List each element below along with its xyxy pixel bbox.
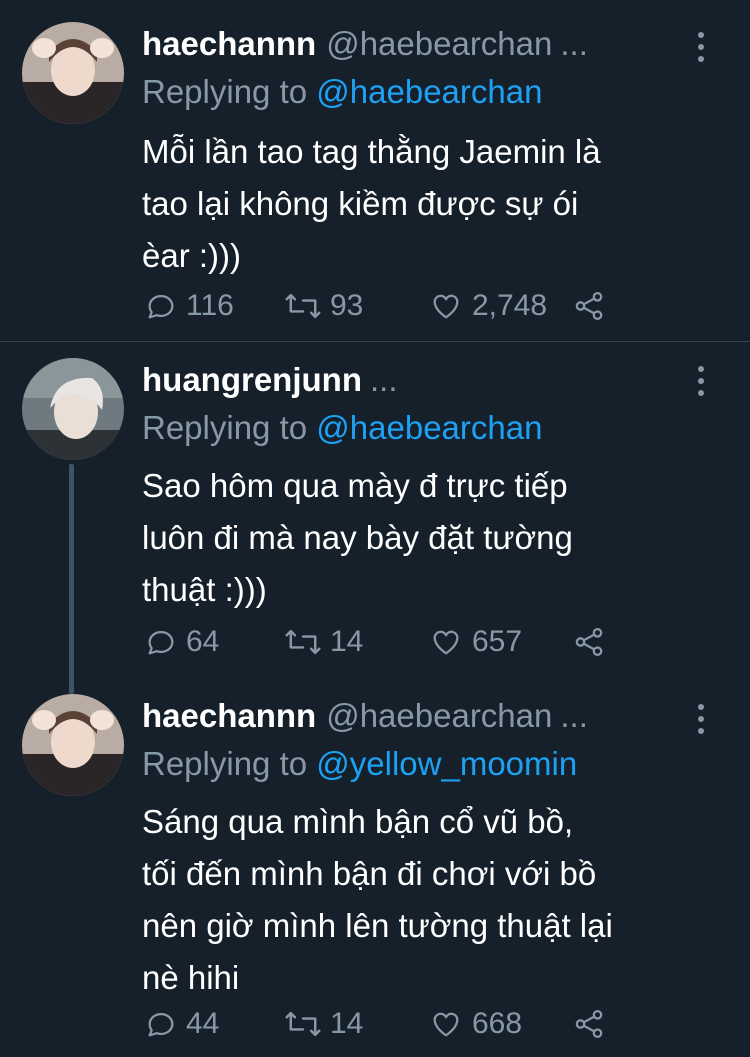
reply-button[interactable]: 116 (144, 286, 234, 326)
more-options-icon[interactable] (694, 366, 708, 396)
thread-line (69, 464, 74, 694)
replying-to-label: Replying to (142, 409, 308, 446)
share-button[interactable] (572, 286, 614, 326)
retweet-icon (285, 629, 321, 655)
tweet-actions: 116 93 2,748 (142, 286, 722, 326)
user-handle[interactable]: @haebearchan (326, 692, 552, 740)
tweet-text: Sáng qua mình bận cổ vũ bồ, tối đến mình… (142, 803, 613, 996)
heart-icon (433, 630, 459, 655)
user-handle[interactable]: @haebearchan (326, 20, 552, 68)
reply-button[interactable]: 44 (144, 1004, 219, 1044)
replying-to-mention[interactable]: @yellow_moomin (316, 745, 577, 782)
replying-to-mention[interactable]: @haebearchan (316, 409, 542, 446)
avatar-huangrenjunn[interactable] (22, 358, 124, 460)
share-button[interactable] (572, 1004, 614, 1044)
more-options-icon[interactable] (694, 704, 708, 734)
heart-icon (433, 1012, 459, 1037)
retweet-button[interactable]: 14 (284, 1004, 363, 1044)
avatar-haechannn[interactable] (22, 22, 124, 124)
tweet-3[interactable]: haechannn @haebearchan ... Replying to @… (0, 692, 750, 1057)
like-count: 668 (472, 1007, 523, 1040)
display-name[interactable]: haechannn (142, 692, 316, 740)
reply-count: 44 (186, 1007, 220, 1040)
reply-icon (148, 1013, 174, 1037)
replying-to-line: Replying to @haebearchan (142, 70, 542, 114)
retweet-count: 93 (330, 289, 364, 322)
replying-to-label: Replying to (142, 73, 308, 110)
tweet-header: haechannn @haebearchan ... (142, 20, 690, 68)
replying-to-mention[interactable]: @haebearchan (316, 73, 542, 110)
avatar-haechannn[interactable] (22, 694, 124, 796)
tweet-actions: 44 14 668 (142, 1004, 722, 1044)
tweet-text: Mỗi lần tao tag thằng Jaemin là tao lại … (142, 133, 601, 274)
like-count: 2,748 (472, 289, 548, 322)
retweet-button[interactable]: 14 (284, 622, 363, 662)
reply-icon (148, 295, 174, 319)
retweet-icon (285, 293, 321, 319)
like-button[interactable]: 2,748 (428, 286, 547, 326)
retweet-icon (285, 1011, 321, 1037)
tweet-2[interactable]: huangrenjunn ... Replying to @haebearcha… (0, 342, 750, 694)
share-button[interactable] (572, 622, 614, 662)
truncation-ellipsis: ... (560, 25, 588, 62)
retweet-count: 14 (330, 625, 364, 658)
reply-count: 64 (186, 625, 220, 658)
share-icon (575, 627, 603, 657)
like-button[interactable]: 668 (428, 1004, 522, 1044)
share-icon (575, 291, 603, 321)
truncation-ellipsis: ... (369, 361, 398, 398)
share-icon (575, 1009, 603, 1039)
reply-button[interactable]: 64 (144, 622, 219, 662)
tweet-1[interactable]: haechannn @haebearchan ... Replying to @… (0, 0, 750, 340)
tweet-header: haechannn @haebearchan ... (142, 692, 690, 740)
more-options-icon[interactable] (694, 32, 708, 62)
display-name[interactable]: haechannn (142, 20, 316, 68)
retweet-count: 14 (330, 1007, 364, 1040)
replying-to-line: Replying to @haebearchan (142, 406, 542, 450)
like-count: 657 (472, 625, 523, 658)
display-name[interactable]: huangrenjunn (142, 356, 362, 404)
tweet-actions: 64 14 657 (142, 622, 722, 662)
tweet-header: huangrenjunn ... (142, 356, 690, 404)
reply-icon (148, 631, 174, 655)
like-button[interactable]: 657 (428, 622, 522, 662)
tweet-text: Sao hôm qua mày đ trực tiếp luôn đi mà n… (142, 467, 573, 608)
truncation-ellipsis: ... (560, 697, 588, 734)
retweet-button[interactable]: 93 (284, 286, 363, 326)
reply-count: 116 (186, 289, 234, 322)
replying-to-label: Replying to (142, 745, 308, 782)
replying-to-line: Replying to @yellow_moomin (142, 742, 577, 786)
heart-icon (433, 294, 459, 319)
